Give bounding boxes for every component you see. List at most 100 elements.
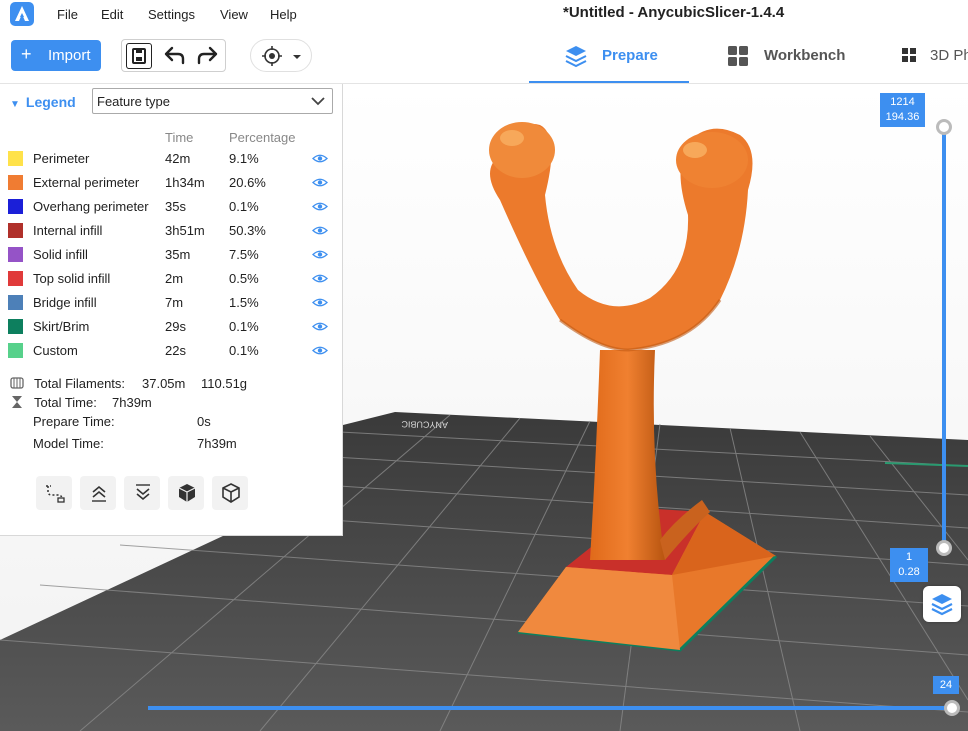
bottom-layer-tag: 1 0.28 [890,548,928,582]
undo-button[interactable] [160,44,188,68]
feature-time: 42m [165,151,191,166]
object-select-dropdown[interactable] [250,39,312,72]
feature-percentage: 0.1% [229,319,259,334]
bottom-layer-height: 0.28 [898,566,920,578]
feature-percentage: 9.1% [229,151,259,166]
legend-row: Custom 22s 0.1% [0,339,342,363]
feature-percentage: 1.5% [229,295,259,310]
total-filaments-weight: 110.51g [201,376,248,391]
feature-percentage: 0.1% [229,343,259,358]
color-swatch [8,223,23,238]
feature-name: Bridge infill [33,295,97,310]
legend-row: Skirt/Brim 29s 0.1% [0,315,342,339]
color-swatch [8,247,23,262]
horizontal-move-tag: 24 [933,676,959,694]
color-swatch [8,295,23,310]
total-filaments-length: 37.05m [142,376,186,391]
menu-settings[interactable]: Settings [148,7,195,22]
model-time-label: Model Time: [33,436,104,451]
anycubic-logo-icon [10,2,34,26]
feature-name: Top solid infill [33,271,111,286]
total-time-value: 7h39m [112,395,152,410]
menu-file[interactable]: File [57,7,78,22]
import-button[interactable]: + Import [11,40,101,71]
feature-time: 29s [165,319,186,334]
legend-toggle[interactable]: ▼ Legend [10,94,76,110]
top-layer-number: 1214 [890,96,915,108]
tab-workbench[interactable]: Workbench [720,30,870,83]
legend-row: Overhang perimeter 35s 0.1% [0,195,342,219]
toolbar: + Import Prepare Workbench 3D Ph [0,30,968,84]
top-layer-tag: 1214 194.36 [880,93,925,127]
collapse-down-button[interactable] [124,476,160,510]
feature-percentage: 0.5% [229,271,259,286]
bottom-layer-number: 1 [905,551,913,563]
legend-row: Perimeter 42m 9.1% [0,147,342,171]
eye-icon[interactable] [312,297,328,308]
feature-percentage: 7.5% [229,247,259,262]
collapse-up-button[interactable] [80,476,116,510]
top-layer-height: 194.36 [885,111,920,123]
solid-view-button[interactable] [168,476,204,510]
tab-prepare-label: Prepare [602,47,658,64]
view-mode-select[interactable]: Feature type [92,88,333,114]
menu-help[interactable]: Help [270,7,297,22]
eye-icon[interactable] [312,345,328,356]
bed-brand-text: ANYCUBIC [401,419,448,430]
feature-time: 3h51m [165,223,205,238]
redo-button[interactable] [194,44,222,68]
color-swatch [8,151,23,166]
model-stem [590,350,665,560]
menu-view[interactable]: View [220,7,248,22]
travel-view-button[interactable] [36,476,72,510]
stack-layers-icon [931,594,953,616]
eye-icon[interactable] [312,273,328,284]
window-title: *Untitled - AnycubicSlicer-1.4.4 [563,4,785,21]
import-label: Import [48,47,91,64]
tab-3d-photo[interactable]: 3D Ph [900,30,968,83]
move-slider[interactable] [148,706,948,710]
menu-bar: File Edit Settings View Help *Untitled -… [0,0,968,30]
eye-icon[interactable] [312,201,328,212]
tab-workbench-label: Workbench [764,47,846,64]
hourglass-icon [12,396,22,408]
total-time-label: Total Time: [34,395,97,410]
model-time-value: 7h39m [197,436,237,451]
filament-spool-icon [10,377,24,389]
eye-icon[interactable] [312,321,328,332]
apps-icon [902,48,916,62]
grid-icon [728,46,748,66]
save-button[interactable] [126,43,152,69]
wireframe-view-button[interactable] [212,476,248,510]
layer-range-slider[interactable] [942,128,946,550]
top-layer-handle[interactable] [936,119,952,135]
travel-path-icon [46,485,65,503]
save-icon [132,48,146,64]
eye-icon[interactable] [312,225,328,236]
column-time-header: Time [165,130,194,145]
chevrons-up-icon [92,485,106,502]
feature-name: Internal infill [33,223,103,238]
prepare-time-label: Prepare Time: [33,414,115,429]
layer-view-button[interactable] [923,586,961,622]
feature-name: Solid infill [33,247,88,262]
legend-title: Legend [25,94,76,110]
legend-row: Internal infill 3h51m 50.3% [0,219,342,243]
feature-time: 2m [165,271,184,286]
feature-time: 35s [165,199,186,214]
view-mode-value: Feature type [97,94,170,109]
legend-panel: ▼ Legend Feature type Time Percentage Per… [0,84,343,536]
feature-name: Skirt/Brim [33,319,90,334]
move-slider-handle[interactable] [944,700,960,716]
eye-icon[interactable] [312,177,328,188]
eye-icon[interactable] [312,249,328,260]
tab-prepare[interactable]: Prepare [529,30,689,83]
chevron-down-icon [311,97,325,106]
eye-icon[interactable] [312,153,328,164]
color-swatch [8,199,23,214]
feature-name: Overhang perimeter [33,199,149,214]
menu-edit[interactable]: Edit [101,7,123,22]
feature-percentage: 0.1% [229,199,259,214]
bottom-layer-handle[interactable] [936,540,952,556]
feature-time: 7m [165,295,184,310]
